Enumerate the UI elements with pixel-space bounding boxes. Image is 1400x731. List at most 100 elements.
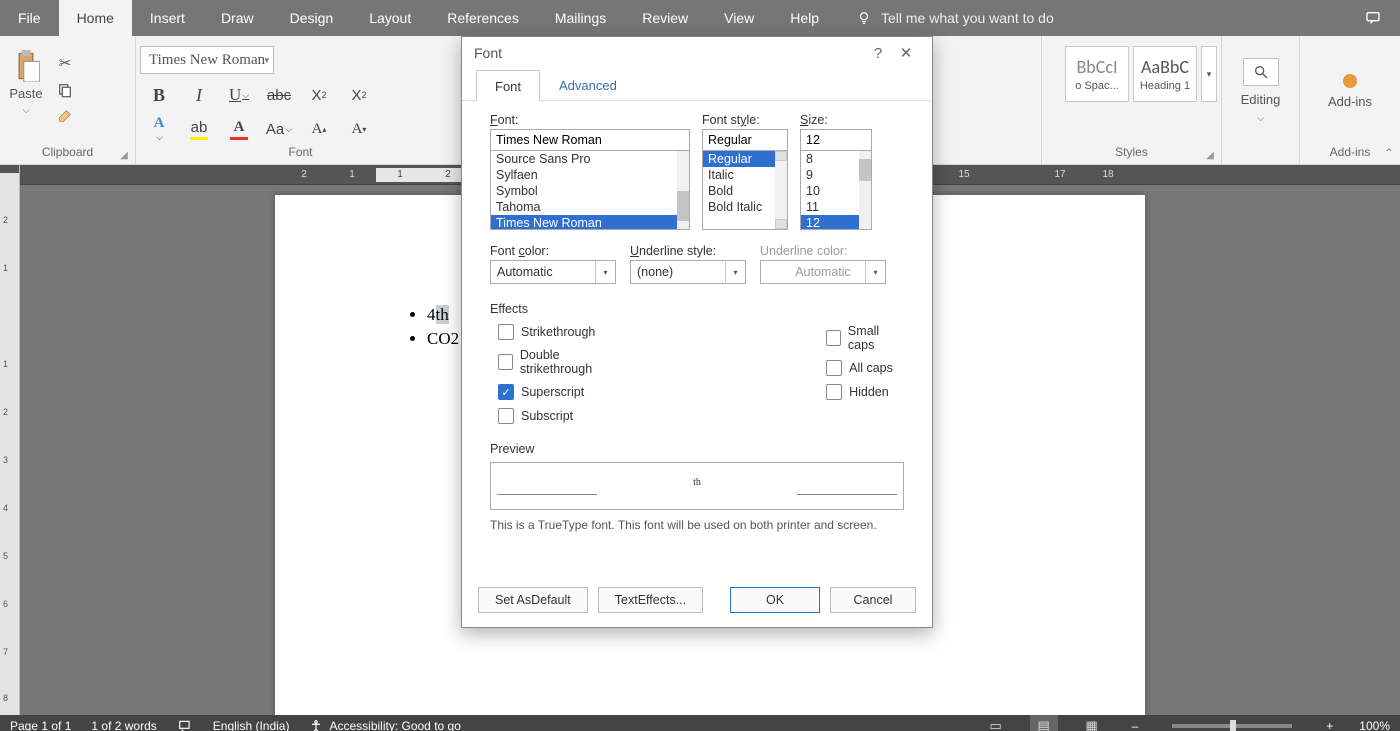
preview-box: th [490,462,904,510]
paste-button[interactable]: Paste ⌵ [4,46,48,116]
clipboard-launcher[interactable]: ◢ [117,148,131,162]
font-option[interactable]: Symbol [491,183,689,199]
shrink-font-button[interactable]: A▾ [344,116,374,142]
font-color-select[interactable]: Automatic▾ [490,260,616,284]
status-accessibility[interactable]: Accessibility: Good to go [309,719,460,731]
preview-text: th [693,477,701,488]
cut-button[interactable]: ✂ [59,54,72,72]
bold-button[interactable]: B [144,82,174,108]
tab-review[interactable]: Review [624,0,706,36]
change-case-button[interactable]: Aa⌵ [264,116,294,142]
vertical-ruler[interactable]: 2 1 1 2 3 4 5 6 7 8 [0,165,20,715]
underline-button[interactable]: U⌵ [224,82,254,108]
dialog-tab-font[interactable]: Font [476,70,540,102]
search-input[interactable] [879,9,1099,27]
tab-insert[interactable]: Insert [132,0,203,36]
superscript-button[interactable]: X2 [344,82,374,108]
preview-note: This is a TrueType font. This font will … [490,518,904,532]
zoom-in[interactable]: + [1320,719,1339,731]
font-dialog: Font ? ✕ Font Advanced Font: Source Sans… [461,36,933,628]
view-read-mode[interactable]: ▭ [982,715,1010,731]
tab-mailings[interactable]: Mailings [537,0,624,36]
spellcheck-icon[interactable] [177,719,193,731]
menu-bar: File Home Insert Draw Design Layout Refe… [0,0,1400,36]
underline-style-label: Underline style: [630,244,746,258]
small-caps-checkbox[interactable]: Small caps [826,324,904,352]
zoom-value[interactable]: 100% [1359,719,1390,731]
underline-color-select: Automatic▾ [760,260,886,284]
status-language[interactable]: English (India) [213,719,290,731]
font-name-combo[interactable]: Times New Roman ▾ [140,46,274,74]
addins-button[interactable]: Add-ins [1328,94,1372,109]
copy-button[interactable] [57,82,73,98]
preview-heading: Preview [490,442,904,456]
font-color-button[interactable]: A [224,116,254,142]
font-name-value: Times New Roman [149,52,265,69]
tab-draw[interactable]: Draw [203,0,272,36]
font-option[interactable]: Tahoma [491,199,689,215]
style-no-spacing[interactable]: BbCcI o Spac... [1065,46,1129,102]
view-web-layout[interactable]: ▦ [1078,715,1106,731]
ok-button[interactable]: OK [730,587,820,613]
all-caps-checkbox[interactable]: All caps [826,360,904,376]
superscript-checkbox[interactable]: ✓Superscript [498,384,626,400]
status-words[interactable]: 1 of 2 words [91,719,156,731]
group-label-addins: Add-ins [1304,142,1396,162]
tab-home[interactable]: Home [59,0,132,36]
status-page[interactable]: Page 1 of 1 [10,719,71,731]
tab-file[interactable]: File [0,0,59,36]
format-painter-button[interactable] [57,108,73,124]
tell-me-search[interactable] [837,9,1099,27]
style-heading-1[interactable]: AaBbC Heading 1 [1133,46,1197,102]
collapse-ribbon[interactable]: ⌃ [1384,146,1394,160]
editing-label[interactable]: Editing [1241,92,1281,107]
dialog-close-icon[interactable]: ✕ [892,44,920,62]
clipboard-icon [12,50,40,82]
zoom-out[interactable]: – [1126,719,1145,731]
styles-launcher[interactable]: ◢ [1203,148,1217,162]
tab-view[interactable]: View [706,0,772,36]
tab-layout[interactable]: Layout [351,0,429,36]
zoom-slider[interactable] [1172,724,1292,728]
italic-button[interactable]: I [184,82,214,108]
font-style-input[interactable] [702,129,788,151]
styles-expand[interactable]: ▾ [1201,46,1217,102]
highlight-button[interactable]: ab [184,116,214,142]
font-option-selected[interactable]: Times New Roman [491,215,689,230]
grow-font-button[interactable]: A▴ [304,116,334,142]
dialog-help-icon[interactable]: ? [864,45,892,62]
group-label-font: Font [140,142,461,162]
text-effects-button[interactable]: A⌵ [144,116,174,142]
addins-icon[interactable] [1343,74,1357,88]
tab-references[interactable]: References [429,0,537,36]
font-option[interactable]: Sylfaen [491,167,689,183]
font-size-input[interactable] [800,129,872,151]
group-label-clipboard: Clipboard [4,142,131,162]
view-print-layout[interactable]: ▤ [1030,715,1058,731]
strikethrough-button[interactable]: abc [264,82,294,108]
double-strikethrough-checkbox[interactable]: Double strikethrough [498,348,626,376]
find-button[interactable] [1243,58,1279,86]
paste-label: Paste [9,86,42,101]
font-option[interactable]: Source Sans Pro [491,151,689,167]
tab-design[interactable]: Design [272,0,352,36]
tab-help[interactable]: Help [772,0,837,36]
cancel-button[interactable]: Cancel [830,587,916,613]
subscript-checkbox[interactable]: Subscript [498,408,626,424]
effects-heading: Effects [490,302,904,316]
set-as-default-button[interactable]: Set As Default [478,587,588,613]
font-style-list[interactable]: Regular Italic Bold Bold Italic [702,150,788,230]
font-list[interactable]: Source Sans Pro Sylfaen Symbol Tahoma Ti… [490,150,690,230]
font-name-input[interactable] [490,129,690,151]
strikethrough-checkbox[interactable]: Strikethrough [498,324,626,340]
comments-icon[interactable] [1346,10,1400,26]
text-effects-button[interactable]: Text Effects... [598,587,703,613]
underline-style-select[interactable]: (none)▾ [630,260,746,284]
underline-color-label: Underline color: [760,244,886,258]
font-field-label: Font: [490,113,690,127]
hidden-checkbox[interactable]: Hidden [826,384,904,400]
dialog-tab-advanced[interactable]: Advanced [540,69,636,101]
subscript-button[interactable]: X2 [304,82,334,108]
font-size-list[interactable]: 8 9 10 11 12 [800,150,872,230]
font-style-label: Font style: [702,113,788,127]
